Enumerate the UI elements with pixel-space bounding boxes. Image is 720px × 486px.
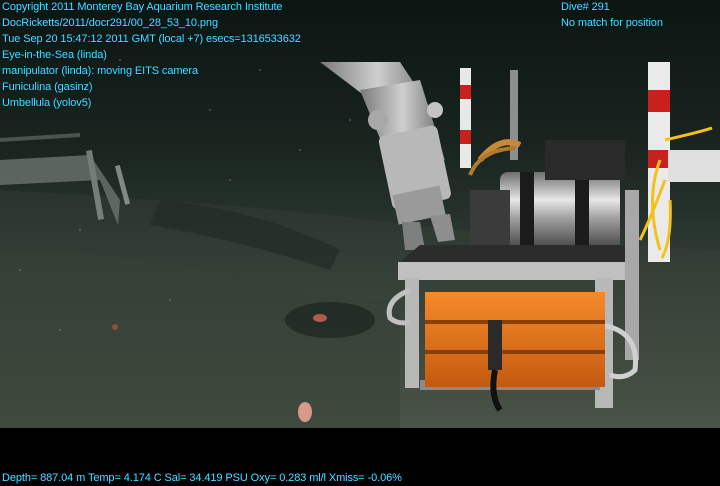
organism-red (313, 314, 327, 322)
image-path: DocRicketts/2011/docr291/00_28_53_10.png (2, 17, 218, 29)
annotation-umbellula: Umbellula (yolov5) (2, 97, 92, 109)
marker-pole-left (460, 68, 471, 168)
copyright-text: Copyright 2011 Monterey Bay Aquarium Res… (2, 1, 283, 13)
dive-number: Dive# 291 (561, 1, 610, 13)
annotation-manipulator: manipulator (linda): moving EITS camera (2, 65, 199, 77)
overlay-top-left: Copyright 2011 Monterey Bay Aquarium Res… (2, 0, 301, 111)
overlay-top-right: Dive# 291 No match for position (561, 0, 663, 31)
position-status: No match for position (561, 17, 663, 29)
telemetry-readout: Depth= 887.04 m Temp= 4.174 C Sal= 34.41… (2, 472, 402, 484)
organism-pink (298, 402, 312, 422)
timestamp: Tue Sep 20 15:47:12 2011 GMT (local +7) … (2, 33, 301, 45)
annotation-eits: Eye-in-the-Sea (linda) (2, 49, 107, 61)
annotation-funiculina: Funiculina (gasinz) (2, 81, 93, 93)
